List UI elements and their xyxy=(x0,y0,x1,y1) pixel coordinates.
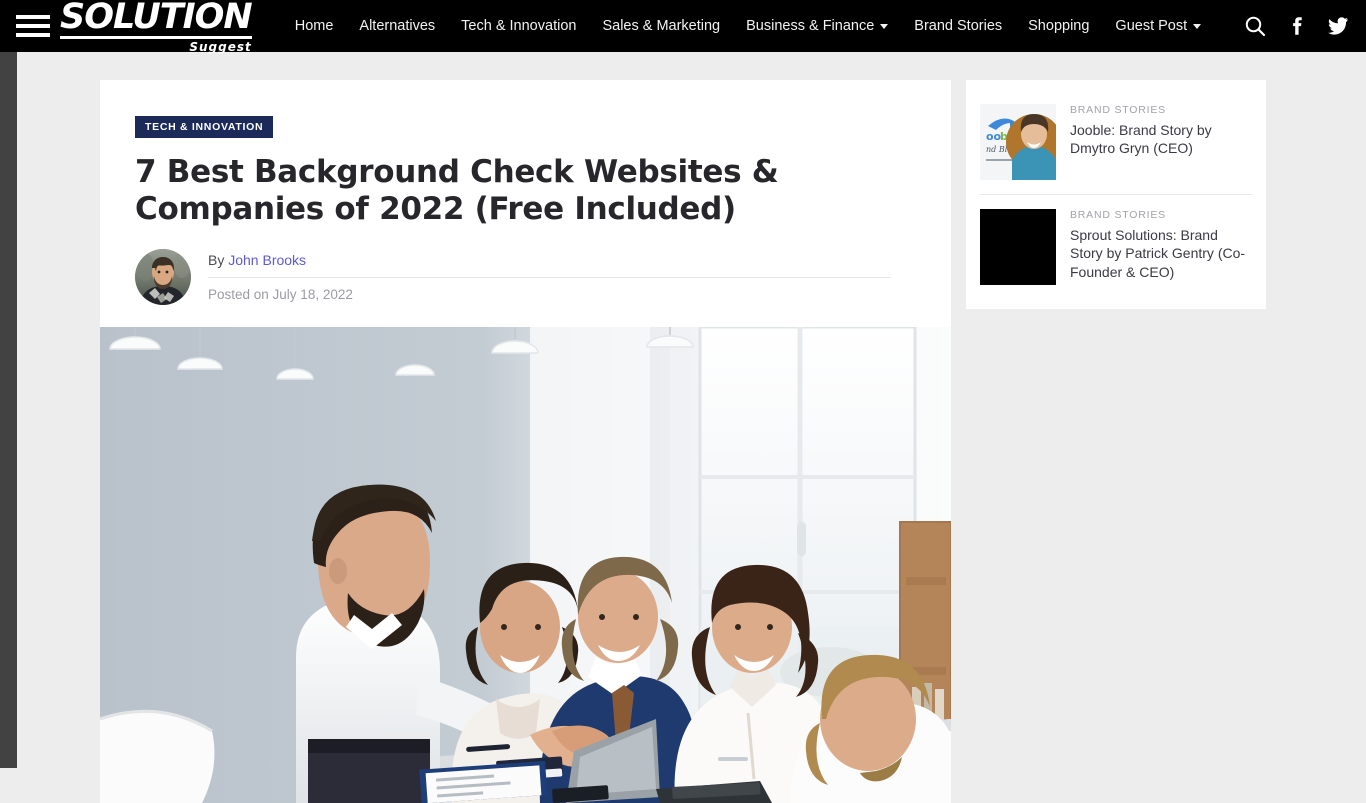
post-title-link[interactable]: Sprout Solutions: Brand Story by Patrick… xyxy=(1070,226,1252,281)
thumbnail-image: oo ble nd Blog xyxy=(980,104,1056,180)
logo-sub-text: Suggest xyxy=(189,39,252,54)
chevron-down-icon xyxy=(880,23,889,29)
nav-item-brand-stories[interactable]: Brand Stories xyxy=(901,0,1015,52)
search-icon[interactable] xyxy=(1244,15,1266,37)
facebook-icon[interactable] xyxy=(1288,17,1306,35)
nav-item-business-finance[interactable]: Business & Finance xyxy=(733,0,901,52)
nav-label: Shopping xyxy=(1028,18,1090,34)
hamburger-icon[interactable] xyxy=(16,15,50,37)
list-item-text: BRAND STORIES Jooble: Brand Story by Dmy… xyxy=(1070,104,1252,180)
hamburger-bar xyxy=(16,15,50,19)
nav-label: Business & Finance xyxy=(746,18,875,34)
nav-item-shopping[interactable]: Shopping xyxy=(1015,0,1102,52)
nav-label: Tech & Innovation xyxy=(461,18,577,34)
nav-item-guest-post[interactable]: Guest Post xyxy=(1102,0,1214,52)
site-logo[interactable]: SOLUTION Suggest xyxy=(60,0,253,54)
list-item-text: BRAND STORIES Sprout Solutions: Brand St… xyxy=(1070,209,1252,285)
nav-label: Alternatives xyxy=(359,18,436,34)
nav-label: Brand Stories xyxy=(914,18,1003,34)
hamburger-bar xyxy=(16,33,50,37)
nav-label: Home xyxy=(294,18,334,34)
list-item[interactable]: oo ble nd Blog BRAND STORIES Jooble: Bra… xyxy=(980,94,1252,194)
list-item[interactable]: BRAND STORIES Sprout Solutions: Brand St… xyxy=(980,194,1252,299)
post-date: Posted on July 18, 2022 xyxy=(208,287,353,303)
site-header: SOLUTION Suggest Home Alternatives Tech … xyxy=(0,0,1366,54)
avatar xyxy=(135,249,191,306)
nav-item-alternatives[interactable]: Alternatives xyxy=(346,0,448,52)
nav-label: Guest Post xyxy=(1115,18,1188,34)
page-body: TECH & INNOVATION 7 Best Background Chec… xyxy=(0,52,1366,803)
sidebar-related-posts: oo ble nd Blog BRAND STORIES Jooble: Bra… xyxy=(966,80,1266,309)
byline-text: By John Brooks Posted on July 18, 2022 xyxy=(208,252,916,302)
post-category[interactable]: BRAND STORIES xyxy=(1070,209,1252,221)
nav-label: Sales & Marketing xyxy=(602,18,721,34)
byline: By John Brooks Posted on July 18, 2022 xyxy=(135,249,916,306)
post-title-link[interactable]: Jooble: Brand Story by Dmytro Gryn (CEO) xyxy=(1070,121,1252,158)
thumbnail-image xyxy=(980,209,1056,285)
hamburger-bar xyxy=(16,24,50,28)
logo-main-text: SOLUTION xyxy=(60,0,253,39)
nav-item-sales-marketing[interactable]: Sales & Marketing xyxy=(589,0,733,52)
hero-image xyxy=(100,327,951,803)
article-card: TECH & INNOVATION 7 Best Background Chec… xyxy=(100,80,951,803)
main-navigation: Home Alternatives Tech & Innovation Sale… xyxy=(282,0,1244,52)
header-icon-group xyxy=(1244,15,1348,37)
byline-author-row: By John Brooks xyxy=(208,252,891,279)
post-category[interactable]: BRAND STORIES xyxy=(1070,104,1252,116)
status-badge[interactable]: TECH & INNOVATION xyxy=(135,116,274,138)
twitter-icon[interactable] xyxy=(1328,17,1348,35)
author-link[interactable]: John Brooks xyxy=(228,252,306,268)
byline-prefix: By xyxy=(208,252,225,269)
nav-item-home[interactable]: Home xyxy=(282,0,347,52)
nav-item-tech-innovation[interactable]: Tech & Innovation xyxy=(448,0,589,52)
chevron-down-icon xyxy=(1193,23,1202,29)
article-header: TECH & INNOVATION 7 Best Background Chec… xyxy=(100,80,951,306)
page-title: 7 Best Background Check Websites & Compa… xyxy=(135,154,779,227)
